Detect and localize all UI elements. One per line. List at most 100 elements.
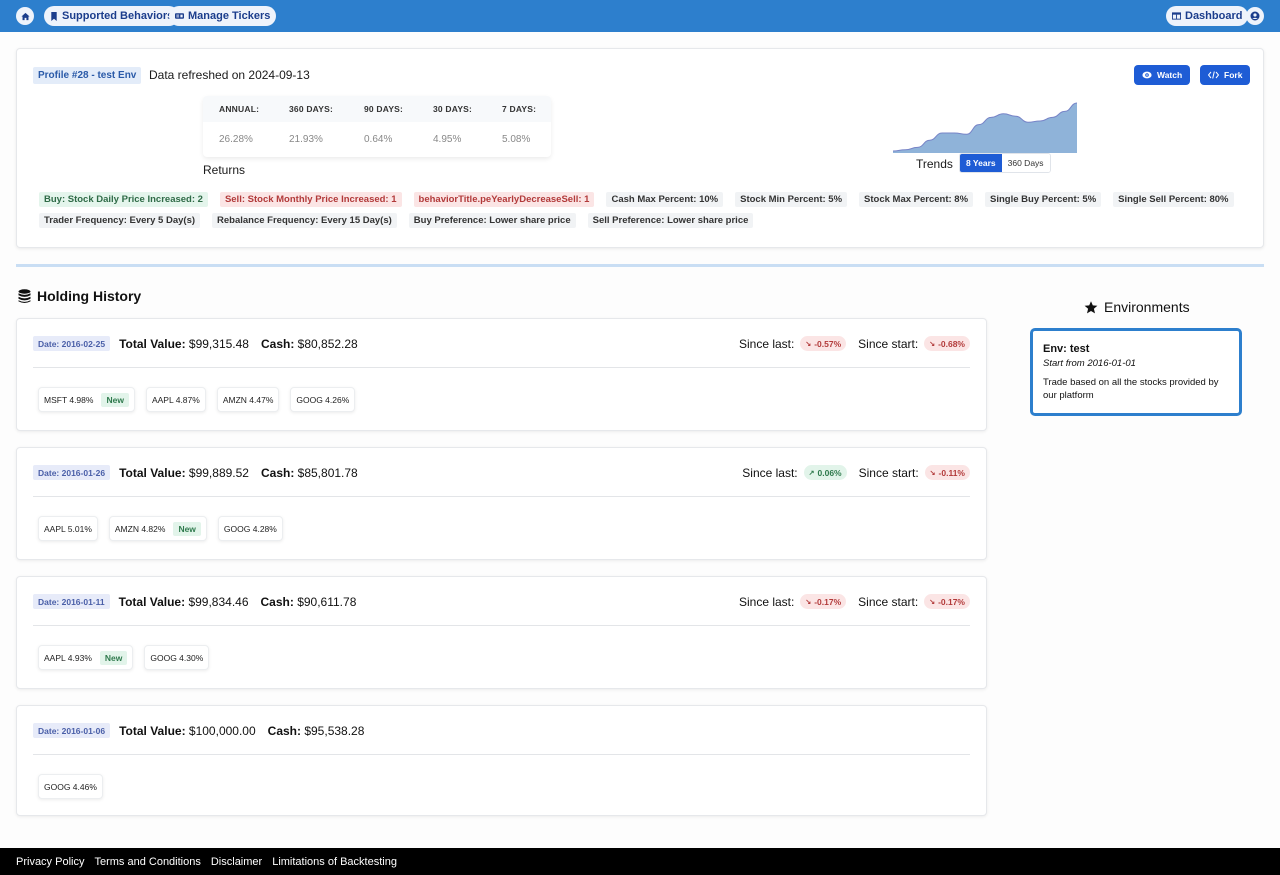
holding-chip[interactable]: GOOG 4.46% (38, 774, 103, 799)
total-value: Total Value: $100,000.00 (119, 724, 256, 738)
returns-value-30-days: 4.95% (433, 134, 462, 145)
holding-chip[interactable]: GOOG 4.30% (144, 645, 210, 670)
dashboard-button[interactable]: Dashboard (1166, 6, 1249, 26)
returns-value-90-days: 0.64% (364, 134, 393, 145)
holding-chip[interactable]: AAPL 4.87% (145, 387, 206, 412)
since-start-group: Since start: ↘ -0.68% (858, 336, 970, 351)
since-last-value: -0.57% (814, 338, 842, 349)
total-value: Total Value: $99,315.48 (119, 337, 249, 351)
ticker-icon (175, 13, 184, 19)
footer-link-limitations[interactable]: Limitations of Backtesting (272, 856, 397, 868)
holding-summary: Date: 2016-01-26 Total Value: $99,889.52 C… (33, 465, 358, 480)
supported-behaviors-button[interactable]: Supported Behaviors (44, 6, 180, 26)
trend-sparkline-chart (893, 102, 1077, 153)
trend-down-icon: ↘ (805, 340, 812, 348)
trend-down-icon: ↘ (929, 469, 936, 477)
holding-history-card: Date: 2016-01-26 Total Value: $99,889.52 C… (16, 447, 987, 560)
holding-text: AAPL 5.01% (44, 523, 92, 534)
returns-table: ANNUAL: 360 DAYS: 90 DAYS: 30 DAYS: 7 DA… (203, 96, 551, 157)
total-value-label: Total Value: (119, 465, 186, 480)
total-value-label: Total Value: (119, 336, 186, 351)
since-start-group: Since start: ↘ -0.11% (859, 465, 970, 480)
cash-label: Cash: (267, 723, 301, 738)
behavior-tag: Buy: Stock Daily Price Increased: 2 (39, 192, 208, 207)
environments-title: Environments (1104, 299, 1190, 315)
since-last-badge: ↘ -0.57% (800, 336, 847, 351)
since-start-badge: ↘ -0.17% (924, 594, 970, 609)
trend-down-icon: ↘ (929, 340, 936, 348)
trend-option-8-years[interactable]: 8 Years (960, 154, 1002, 172)
total-value: Total Value: $99,834.46 (119, 595, 249, 609)
footer-link-disclaimer[interactable]: Disclaimer (211, 856, 262, 868)
since-last-label: Since last: (742, 465, 798, 480)
date-badge: Date: 2016-02-25 (33, 336, 111, 351)
total-value-amount: $99,889.52 (185, 465, 249, 480)
behavior-tags: Buy: Stock Daily Price Increased: 2 Sell:… (39, 192, 1249, 234)
cash-value: Cash: $80,852.28 (261, 337, 358, 351)
section-divider (16, 264, 1264, 267)
holding-chip[interactable]: GOOG 4.28% (217, 516, 283, 541)
table-icon (1172, 12, 1181, 20)
trend-area (893, 103, 1077, 153)
environment-card[interactable]: Env: test Start from 2016-01-01 Trade ba… (1030, 328, 1242, 416)
account-button[interactable] (1246, 7, 1264, 25)
holding-chip[interactable]: GOOG 4.26% (290, 387, 356, 412)
since-last-badge: ↗ 0.06% (803, 465, 847, 480)
returns-value-annual: 26.28% (219, 134, 253, 145)
fork-button[interactable]: Fork (1200, 65, 1251, 85)
holding-summary: Date: 2016-01-11 Total Value: $99,834.46 C… (33, 594, 356, 609)
holding-summary: Date: 2016-02-25 Total Value: $99,315.48 C… (33, 336, 358, 351)
total-value-amount: $100,000.00 (185, 723, 256, 738)
returns-header-90-days: 90 DAYS: (364, 104, 404, 114)
holdings-list: GOOG 4.46% (38, 774, 103, 799)
holding-text: GOOG 4.28% (223, 523, 277, 534)
holding-chip[interactable]: AMZN 4.82% New (108, 516, 207, 541)
holding-chip[interactable]: AAPL 4.93% New (38, 645, 134, 670)
trend-option-360-days[interactable]: 360 Days (1001, 154, 1050, 172)
returns-header-annual: ANNUAL: (219, 104, 260, 114)
holding-text: GOOG 4.46% (44, 781, 97, 792)
date-badge: Date: 2016-01-06 (33, 723, 111, 738)
user-circle-icon (1250, 11, 1260, 21)
footer-link-terms[interactable]: Terms and Conditions (94, 856, 200, 868)
since-last-badge: ↘ -0.17% (800, 594, 847, 609)
behavior-tag: Trader Frequency: Every 5 Day(s) (39, 213, 201, 228)
holding-chip[interactable]: AMZN 4.47% (216, 387, 280, 412)
cash-value: Cash: $90,611.78 (261, 595, 357, 609)
since-start-label: Since start: (858, 465, 919, 480)
home-button[interactable] (16, 7, 34, 25)
holding-chip[interactable]: AAPL 5.01% (38, 516, 98, 541)
behavior-tag: Cash Max Percent: 10% (606, 192, 724, 207)
cash-label: Cash: (260, 465, 295, 480)
total-value: Total Value: $99,889.52 (119, 466, 249, 480)
since-start-badge: ↘ -0.11% (924, 465, 970, 480)
cash-label: Cash: (260, 336, 295, 351)
since-start-group: Since start: ↘ -0.17% (858, 594, 970, 609)
total-value-amount: $99,315.48 (185, 336, 249, 351)
holding-text: GOOG 4.26% (296, 394, 350, 405)
holding-chip[interactable]: MSFT 4.98% New (38, 387, 135, 412)
returns-value-360-days: 21.93% (289, 134, 323, 145)
total-value-label: Total Value: (119, 723, 186, 738)
returns-header-360-days: 360 DAYS: (289, 104, 334, 114)
supported-behaviors-label: Supported Behaviors (62, 10, 174, 22)
database-icon (18, 288, 31, 303)
since-last-value: 0.06% (817, 467, 842, 478)
manage-tickers-label: Manage Tickers (188, 10, 271, 22)
behavior-tag: Stock Max Percent: 8% (859, 192, 974, 207)
total-value-amount: $99,834.46 (185, 594, 249, 609)
returns-caption: Returns (203, 163, 246, 177)
trend-down-icon: ↘ (929, 598, 936, 606)
manage-tickers-button[interactable]: Manage Tickers (169, 6, 277, 26)
card-divider (33, 496, 970, 497)
watch-button[interactable]: Watch (1134, 65, 1191, 85)
profile-badge: Profile #28 - test Env (33, 67, 142, 84)
behavior-tags-row: Trader Frequency: Every 5 Day(s) Rebalanc… (39, 213, 1249, 228)
trends-label: Trends (916, 157, 953, 171)
behavior-tag: Rebalance Frequency: Every 15 Day(s) (212, 213, 397, 228)
since-start-badge: ↘ -0.68% (924, 336, 970, 351)
eye-icon (1142, 71, 1152, 79)
returns-header-7-days: 7 DAYS: (502, 104, 537, 114)
card-divider (33, 625, 970, 626)
footer-link-privacy-policy[interactable]: Privacy Policy (16, 856, 84, 868)
